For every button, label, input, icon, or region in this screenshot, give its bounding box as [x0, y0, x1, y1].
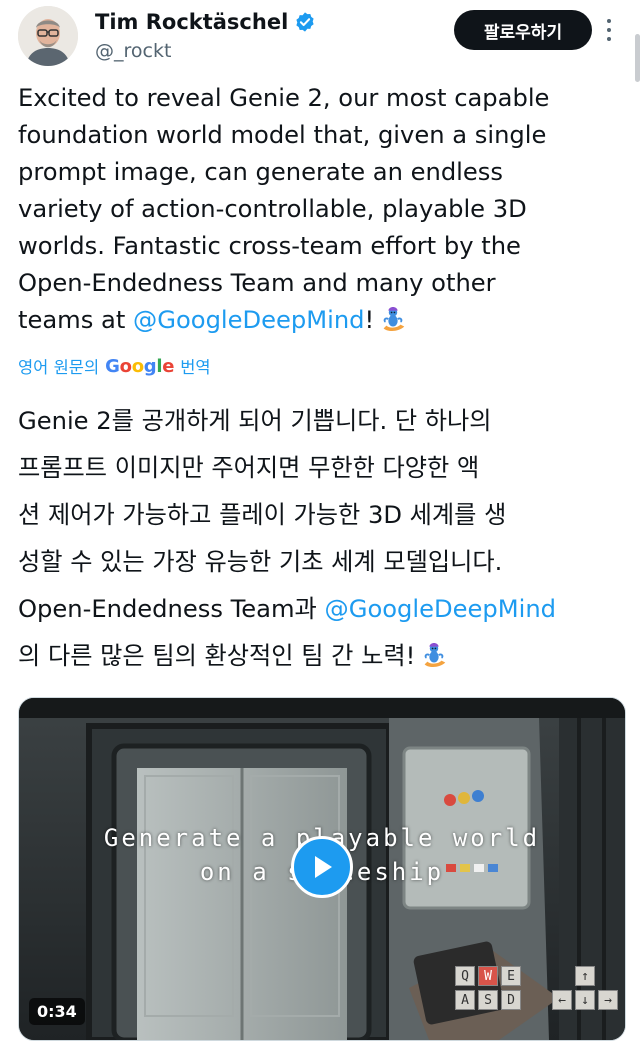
- translation-prefix: 영어 원문의: [18, 358, 100, 377]
- play-icon[interactable]: [291, 836, 353, 898]
- translated-mention-link[interactable]: @GoogleDeepMind: [325, 595, 557, 623]
- key-w: W: [478, 966, 498, 986]
- author-name[interactable]: Tim Rocktäschel: [95, 10, 288, 34]
- avatar[interactable]: [18, 6, 78, 66]
- google-logo: Google: [105, 355, 175, 377]
- key-a: A: [455, 990, 475, 1010]
- translated-text-end: 의 다른 많은 팀의 환상적인 팀 간 노력!: [18, 642, 416, 670]
- video-duration: 0:34: [29, 998, 85, 1025]
- key-q: Q: [455, 966, 475, 986]
- key-d: D: [501, 990, 521, 1010]
- mention-link[interactable]: @GoogleDeepMind: [133, 306, 365, 334]
- tweet-text-end: !: [364, 306, 375, 334]
- verified-badge-icon: [296, 12, 314, 32]
- translation-attribution[interactable]: 영어 원문의 Google 번역: [18, 354, 211, 378]
- genie-emoji-icon: [424, 643, 446, 667]
- tweet-header: Tim Rocktäschel @_rockt 팔로우하기: [18, 6, 618, 70]
- key-down: ↓: [575, 990, 595, 1010]
- tweet-text: Excited to reveal Genie 2, our most capa…: [18, 80, 622, 339]
- genie-emoji-icon: [383, 307, 405, 331]
- translation-suffix: 번역: [180, 358, 211, 377]
- author-name-row[interactable]: Tim Rocktäschel: [95, 10, 316, 34]
- more-vertical-icon[interactable]: [602, 12, 616, 48]
- key-up: ↑: [575, 966, 595, 986]
- author-handle[interactable]: @_rockt: [95, 40, 171, 62]
- key-right: →: [598, 990, 618, 1010]
- key-left: ←: [552, 990, 572, 1010]
- tweet-text-body: Excited to reveal Genie 2, our most capa…: [18, 84, 550, 334]
- follow-button[interactable]: 팔로우하기: [454, 10, 592, 50]
- translated-text-body: Genie 2를 공개하게 되어 기쁩니다. 단 하나의 프롬프트 이미지만 주…: [18, 407, 507, 623]
- page-scrollbar[interactable]: [635, 34, 640, 82]
- key-e: E: [501, 966, 521, 986]
- video-player[interactable]: Generate a playable world on a spaceship…: [18, 697, 626, 1041]
- key-s: S: [478, 990, 498, 1010]
- translated-text: Genie 2를 공개하게 되어 기쁩니다. 단 하나의 프롬프트 이미지만 주…: [18, 398, 622, 680]
